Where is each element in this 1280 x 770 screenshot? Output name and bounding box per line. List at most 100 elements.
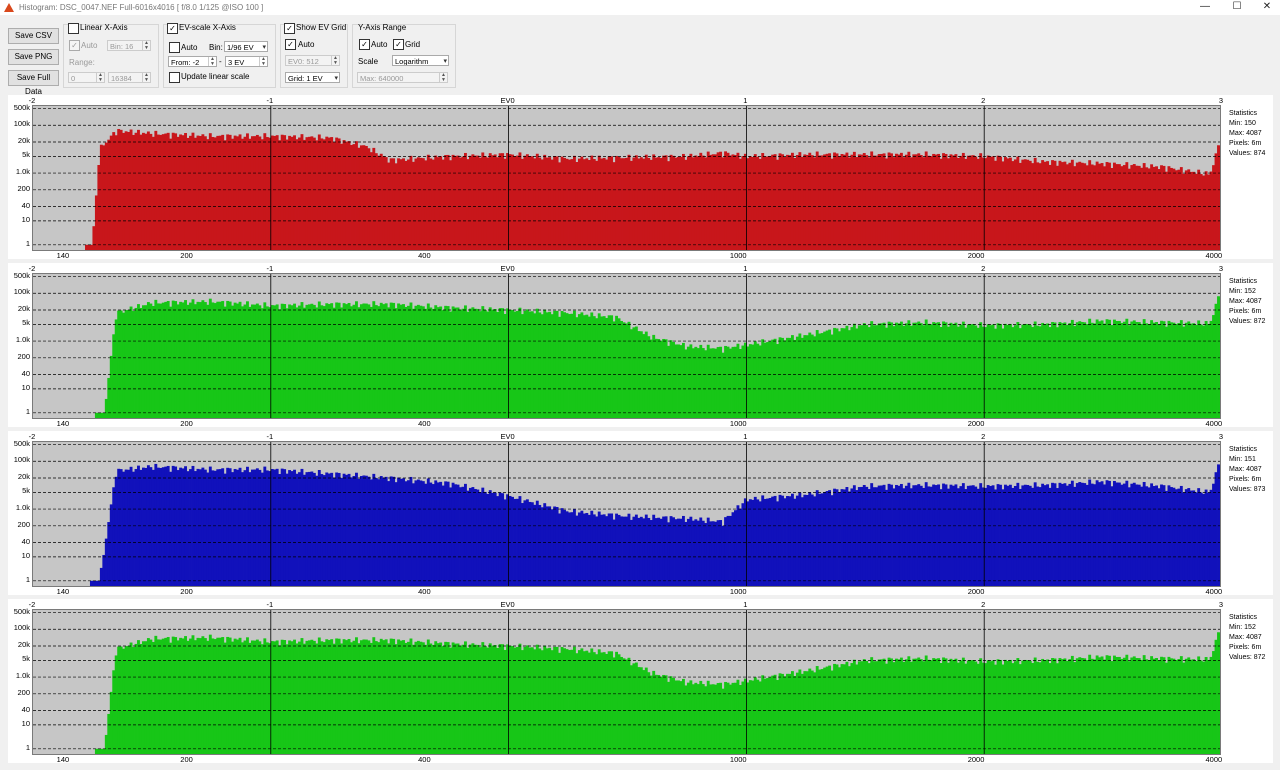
y-grid-checkbox[interactable]: ✓ [393,39,404,50]
save-png-button[interactable]: Save PNG [8,49,59,65]
ev-from-field[interactable]: From: -2 ▲ ▼ [168,56,217,67]
histogram-bar [610,156,614,250]
range-from-field[interactable]: 0 ▲ ▼ [68,72,105,83]
show-ev-grid-checkbox[interactable]: ✓ [284,23,295,34]
histogram-bar [231,305,235,418]
histogram-bar [959,155,963,250]
maximize-button[interactable]: ☐ [1222,0,1252,15]
histogram-bar [634,662,638,754]
histogram-bar [236,469,239,586]
y-max-spinner-icon[interactable]: ▲ ▼ [439,73,447,82]
histogram-bar [679,156,683,250]
histogram-bar [914,485,918,586]
histogram-bar [800,337,804,418]
histogram-bar [431,484,435,586]
histogram-bar [208,466,212,586]
histogram-bar [1197,488,1201,586]
histogram-bar [478,647,482,754]
ev-auto-checkbox[interactable] [169,42,180,53]
histogram-bar [525,154,529,250]
save-csv-button[interactable]: Save CSV [8,28,59,44]
histogram-bar [533,313,537,418]
ev0-field[interactable]: EV0: 512 ▲ ▼ [285,55,340,66]
histogram-bar [293,303,296,418]
histogram-bar [662,155,666,250]
y-auto-checkbox[interactable]: ✓ [359,39,370,50]
ev-from-spinner-icon[interactable]: ▲ ▼ [208,57,216,66]
histogram-bar [956,662,960,754]
close-button[interactable]: ✕ [1252,0,1280,15]
histogram-bar [694,155,698,250]
grid-step-select[interactable]: Grid: 1 EV ▾ [285,72,340,83]
histogram-bar [164,301,168,418]
blue-channel-plot[interactable] [32,441,1221,587]
histogram-bar [558,513,562,586]
histogram-bar [833,327,836,418]
grid-auto-checkbox[interactable]: ✓ [285,39,296,50]
range-from-spinner-icon[interactable]: ▲ ▼ [96,73,104,82]
histogram-bar [1212,483,1215,586]
histogram-bar [1105,480,1109,586]
luminance-channel-plot[interactable] [32,609,1221,755]
histogram-bar [454,484,457,586]
scale-select[interactable]: Logarithm ▾ [392,55,449,66]
histogram-bar [198,135,202,250]
histogram-bar [426,639,430,754]
histogram-bar [947,158,950,250]
histogram-bar [310,303,314,418]
histogram-bar [1162,165,1166,250]
histogram-bar [1189,323,1193,418]
y-auto-label: Auto [371,40,388,49]
histogram-bar [560,647,564,754]
histogram-bar [231,641,235,754]
ev0-spinner-icon[interactable]: ▲ ▼ [331,56,339,65]
histogram-bar [798,152,802,250]
histogram-bar [1093,659,1097,754]
ev-to-field[interactable]: 3 EV ▲ ▼ [225,56,268,67]
histogram-bar [201,300,205,418]
histogram-bar [213,137,217,250]
statistics-pixels: Pixels: 6m [1229,308,1262,315]
histogram-bar [996,484,1000,586]
ev-scale-checkbox[interactable]: ✓ [167,23,178,34]
histogram-bar [154,130,158,250]
histogram-bar [104,538,108,586]
histogram-bar [198,638,202,754]
histogram-bar [226,134,230,250]
histogram-bar [194,137,197,250]
histogram-bar [904,485,908,586]
histogram-bar [109,691,113,754]
red-channel-histogram-svg [33,106,1220,250]
y-max-field[interactable]: Max: 640000 ▲ ▼ [357,72,448,83]
green-channel-plot[interactable] [32,273,1221,419]
histogram-bar [1189,659,1193,754]
save-full-data-button[interactable]: Save Full Data [8,70,59,96]
histogram-bar [171,465,175,586]
histogram-bar [852,151,856,250]
minimize-button[interactable]: — [1190,0,1220,15]
histogram-bar [1073,326,1077,418]
linear-auto-checkbox[interactable]: ✓ [69,40,80,51]
range-to-spinner-icon[interactable]: ▲ ▼ [142,73,150,82]
ev-bin-select[interactable]: 1/96 EV ▾ [224,41,268,52]
linear-bin-field[interactable]: Bin: 16 ▲ ▼ [107,40,151,51]
histogram-bar [483,309,487,418]
histogram-bar [305,472,309,586]
range-to-field[interactable]: 16384 ▲ ▼ [108,72,151,83]
histogram-bar [260,644,264,754]
histogram-bar [543,645,547,754]
histogram-bar [835,664,839,754]
histogram-bar [1038,487,1042,586]
ev-to-spinner-icon[interactable]: ▲ ▼ [259,57,267,66]
histogram-bar [439,156,443,250]
histogram-bar [114,655,118,754]
bin-spinner-icon[interactable]: ▲ ▼ [142,41,150,50]
histogram-bar [818,155,822,250]
linear-x-axis-checkbox[interactable] [68,23,79,34]
histogram-bar [414,158,418,250]
histogram-bar [1187,169,1191,250]
histogram-bar [761,339,765,418]
update-linear-checkbox[interactable] [169,72,180,83]
histogram-bar [320,474,324,586]
red-channel-plot[interactable] [32,105,1221,251]
